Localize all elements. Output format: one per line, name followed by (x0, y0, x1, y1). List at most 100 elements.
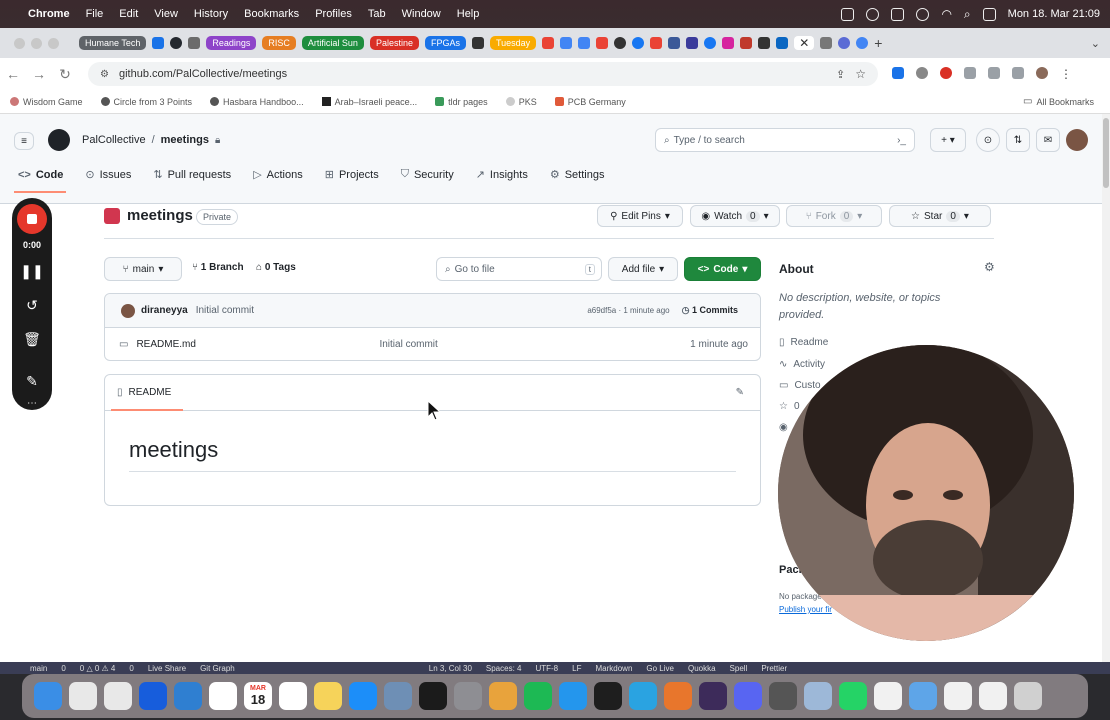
page-scrollbar[interactable] (1102, 114, 1110, 662)
tab-projects[interactable]: ⊞ Projects (325, 168, 379, 182)
bookmark-item[interactable]: Wisdom Game (10, 97, 83, 107)
tab-favicon[interactable] (740, 37, 753, 49)
dock-terminal-icon[interactable] (419, 682, 447, 710)
page-scrollbar-thumb[interactable] (1103, 118, 1109, 188)
instagram-tab-icon[interactable] (722, 37, 735, 49)
dock-docker-icon[interactable] (559, 682, 587, 710)
zoom-window-icon[interactable] (48, 37, 59, 49)
dock-launchpad-icon[interactable] (69, 682, 97, 710)
sidebar-custom-properties-link[interactable]: ▭ Custo (779, 380, 821, 391)
tab-favicon[interactable] (686, 37, 699, 49)
bookmark-item[interactable]: tldr pages (435, 97, 488, 107)
tab-favicon[interactable] (820, 37, 833, 49)
status-icon[interactable] (841, 7, 855, 21)
branch-selector[interactable]: ⑂ main ▾ (104, 257, 182, 281)
back-icon[interactable]: ← (0, 66, 26, 82)
dock-pages-icon[interactable] (489, 682, 517, 710)
stop-recording-button[interactable] (17, 204, 47, 234)
dock-settings-icon[interactable] (454, 682, 482, 710)
dock-notes-icon[interactable] (314, 682, 342, 710)
menu-tab[interactable]: Tab (368, 8, 386, 20)
trash-icon[interactable]: 🗑︎ (23, 322, 41, 356)
dock-discord-icon[interactable] (734, 682, 762, 710)
downloads-icon[interactable] (988, 67, 1000, 79)
menu-file[interactable]: File (86, 8, 104, 20)
close-window-icon[interactable] (14, 37, 25, 49)
pull-requests-icon[interactable]: ⇅ (1006, 128, 1030, 152)
edit-pencil-icon[interactable]: ✎ (736, 387, 744, 398)
github-tab-icon[interactable] (170, 37, 183, 49)
create-new-button[interactable]: + ▾ (930, 128, 966, 152)
tab-group-fpgas[interactable]: FPGAs (424, 36, 466, 50)
clock[interactable]: Mon 18. Mar 21:09 (1008, 8, 1100, 20)
tab-group-palestine[interactable]: Palestine (369, 36, 419, 50)
status-live-share[interactable]: Live Share (148, 664, 186, 673)
tab-pull-requests[interactable]: ⇅ Pull requests (153, 168, 231, 182)
tab-actions[interactable]: ▷ Actions (253, 168, 303, 182)
extension-icon[interactable] (916, 67, 928, 79)
file-name[interactable]: README.md (136, 339, 379, 350)
sidebar-watchers-link[interactable]: ◉ (779, 422, 788, 433)
status-branch[interactable]: main (30, 664, 47, 673)
site-info-icon[interactable]: ⚙ (100, 69, 109, 80)
pause-icon[interactable]: ❚❚ (20, 254, 43, 288)
status-cursor-position[interactable]: Ln 3, Col 30 (429, 664, 472, 673)
dock-folder-2-icon[interactable] (979, 682, 1007, 710)
facebook-tab-icon[interactable] (632, 37, 645, 49)
edit-pins-button[interactable]: ⚲ Edit Pins ▾ (597, 205, 683, 227)
owner-link[interactable]: PalCollective (82, 134, 146, 146)
dock-bitwarden-icon[interactable] (139, 682, 167, 710)
bookmark-item[interactable]: Arab–Israeli peace... (321, 97, 417, 107)
bookmark-item[interactable]: PKS (505, 97, 537, 107)
all-bookmarks-button[interactable]: ▭ All Bookmarks (1023, 96, 1094, 107)
status-language[interactable]: Markdown (595, 664, 632, 673)
hamburger-menu-button[interactable]: ≡ (14, 132, 34, 150)
user-avatar[interactable] (1066, 129, 1088, 151)
repo-link[interactable]: meetings (161, 134, 209, 146)
tab-insights[interactable]: ↗ Insights (476, 168, 528, 182)
tab-group-tuesday[interactable]: Tuesday (490, 36, 537, 50)
status-problems[interactable]: 0 △ 0 ⚠ 4 (80, 664, 116, 673)
dock-preview-icon[interactable] (804, 682, 832, 710)
dock-app-store-icon[interactable] (349, 682, 377, 710)
sidebar-stars-link[interactable]: ☆ 0 (779, 401, 800, 412)
draw-pencil-icon[interactable]: ✎ (26, 364, 38, 398)
linkedin-tab-icon[interactable] (776, 37, 789, 49)
dock-calculator-icon[interactable] (769, 682, 797, 710)
status-sync[interactable]: 0 (61, 664, 65, 673)
tab-favicon[interactable] (542, 37, 555, 49)
url-text[interactable]: github.com/PalCollective/meetings (119, 68, 287, 80)
branches-link[interactable]: ⑂ 1 Branch (192, 262, 244, 273)
status-encoding[interactable]: UTF-8 (535, 664, 558, 673)
reload-icon[interactable]: ↻ (52, 66, 78, 83)
profile-avatar[interactable] (1036, 67, 1048, 79)
dock-slack-icon[interactable] (209, 682, 237, 710)
dock-spotify-icon[interactable] (524, 682, 552, 710)
dock-folder-icon[interactable] (944, 682, 972, 710)
bookmark-item[interactable]: Hasbara Handboo... (210, 97, 304, 107)
dock-calendar-icon[interactable]: MAR 18 (244, 682, 272, 710)
tab-favicon[interactable] (578, 37, 591, 49)
add-file-button[interactable]: Add file ▾ (608, 257, 678, 281)
commits-link[interactable]: ◷ 1 Commits (682, 305, 738, 316)
more-dots-icon[interactable]: ⋯ (27, 398, 37, 409)
active-tab-close-icon[interactable]: ✕ (794, 36, 815, 50)
commit-author-avatar[interactable] (121, 303, 135, 318)
new-tab-button[interactable]: + (874, 35, 882, 51)
browser-menu-icon[interactable]: ⋮ (1060, 67, 1072, 81)
facebook-tab-icon[interactable] (704, 37, 717, 49)
publish-package-link[interactable]: Publish your fir (779, 605, 832, 614)
status-eol[interactable]: LF (572, 664, 581, 673)
commit-message[interactable]: Initial commit (196, 305, 254, 316)
dock-figma-icon[interactable] (594, 682, 622, 710)
tab-favicon[interactable] (152, 37, 165, 49)
tab-search-chevron-icon[interactable]: ⌄ (1091, 37, 1100, 50)
wifi-icon[interactable]: ◠ (941, 7, 951, 21)
search-icon[interactable]: ⌕ (964, 7, 971, 22)
fork-button[interactable]: ⑂ Fork 0 ▾ (786, 205, 882, 227)
forward-icon[interactable]: → (26, 66, 52, 82)
issues-icon[interactable]: ⊙ (976, 128, 1000, 152)
dock-reminders-icon[interactable] (279, 682, 307, 710)
tab-favicon[interactable] (838, 37, 851, 49)
sidebar-activity-link[interactable]: ∿ Activity (779, 359, 825, 370)
